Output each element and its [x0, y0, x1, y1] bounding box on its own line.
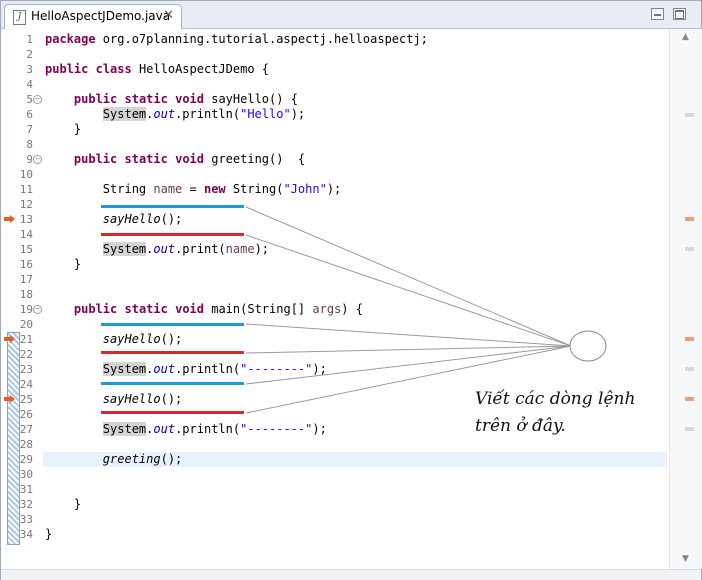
target-circle — [569, 330, 607, 362]
pointer-line — [245, 323, 572, 347]
annotation-note-line2: trên ở đây. — [475, 416, 566, 436]
pointer-line — [245, 206, 572, 347]
pointer-line — [245, 234, 572, 347]
blue-underline — [101, 382, 244, 385]
java-editor-window: J HelloAspectJDemo.java ✕ 1 package org.o… — [0, 0, 702, 580]
annotation-overlay — [101, 205, 607, 414]
red-underline — [101, 351, 244, 354]
blue-underline — [101, 205, 244, 208]
red-underline — [101, 411, 244, 414]
red-underline — [101, 233, 244, 236]
blue-underline — [101, 323, 244, 326]
annotation-note-line1: Viết các dòng lệnh — [475, 389, 636, 409]
